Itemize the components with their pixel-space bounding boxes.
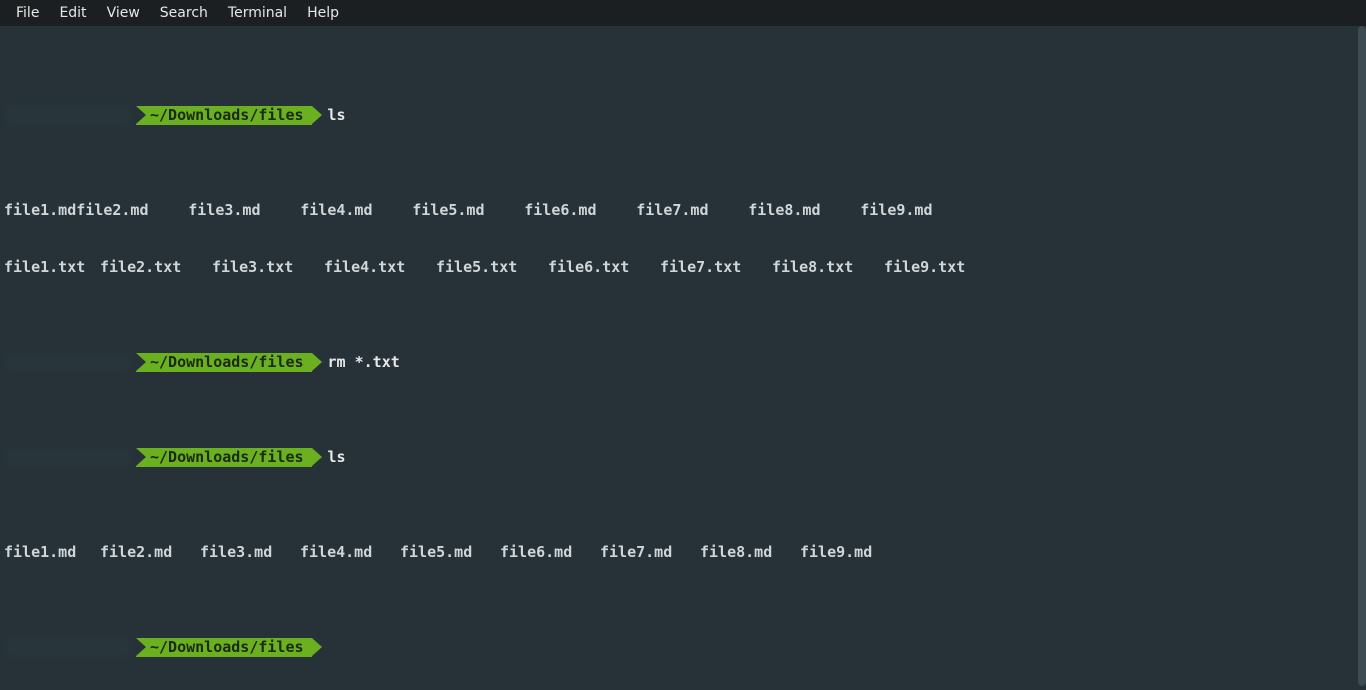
file-entry: file8.md [748,201,860,220]
command-2: rm *.txt [328,353,400,372]
scrollbar[interactable] [1356,26,1366,690]
file-entry: file2.txt [100,258,212,277]
menu-edit[interactable]: Edit [49,2,96,24]
file-entry: file3.md [200,543,300,562]
command-3: ls [328,448,346,467]
file-entry: file7.md [636,201,748,220]
file-entry: file7.txt [660,258,772,277]
prompt-path: ~/Downloads/files [136,638,312,657]
file-entry: file7.md [600,543,700,562]
file-entry: file5.md [400,543,500,562]
file-entry: file1.txt [4,258,100,277]
user-host-redacted [6,639,130,656]
prompt-line-2: ~/Downloads/files rm *.txt [4,353,1362,372]
file-entry: file8.md [700,543,800,562]
user-host-redacted [6,107,130,124]
file-entry: file9.md [860,201,972,220]
file-entry: file1.md [4,543,100,562]
file-entry: file5.md [412,201,524,220]
file-entry: file2.md [100,543,200,562]
prompt-line-3: ~/Downloads/files ls [4,448,1362,467]
prompt-line-current[interactable]: ~/Downloads/files [4,638,1362,657]
prompt-path: ~/Downloads/files [136,106,312,125]
prompt-path: ~/Downloads/files [136,448,312,467]
user-host-redacted [6,449,130,466]
file-entry: file4.md [300,543,400,562]
file-entry: file1.md [4,201,76,219]
scrollbar-thumb[interactable] [1358,26,1366,686]
ls-output-1b: file1.txtfile2.txtfile3.txtfile4.txtfile… [4,258,1362,277]
file-entry: file9.md [800,543,900,562]
user-host-redacted [6,354,130,371]
file-entry: file8.txt [772,258,884,277]
file-entry: file9.txt [884,258,996,277]
ls-output-1: file1.mdfile2.mdfile3.mdfile4.mdfile5.md… [4,201,1362,220]
file-entry: file6.md [500,543,600,562]
file-entry: file4.md [300,201,412,220]
file-entry: file5.txt [436,258,548,277]
file-entry: file3.txt [212,258,324,277]
menu-file[interactable]: File [6,2,49,24]
prompt-line-1: ~/Downloads/files ls [4,106,1362,125]
menu-help[interactable]: Help [297,2,349,24]
terminal-area[interactable]: ~/Downloads/files ls file1.mdfile2.mdfil… [0,26,1366,690]
file-entry: file6.txt [548,258,660,277]
command-1: ls [328,106,346,125]
file-entry: file3.md [188,201,300,220]
file-entry: file6.md [524,201,636,220]
ls-output-2: file1.mdfile2.mdfile3.mdfile4.mdfile5.md… [4,543,1362,562]
prompt-path: ~/Downloads/files [136,353,312,372]
menu-search[interactable]: Search [150,2,218,24]
menu-terminal[interactable]: Terminal [218,2,297,24]
menu-view[interactable]: View [97,2,150,24]
file-entry: file2.md [76,201,188,220]
file-entry: file4.txt [324,258,436,277]
menubar: File Edit View Search Terminal Help [0,0,1366,26]
